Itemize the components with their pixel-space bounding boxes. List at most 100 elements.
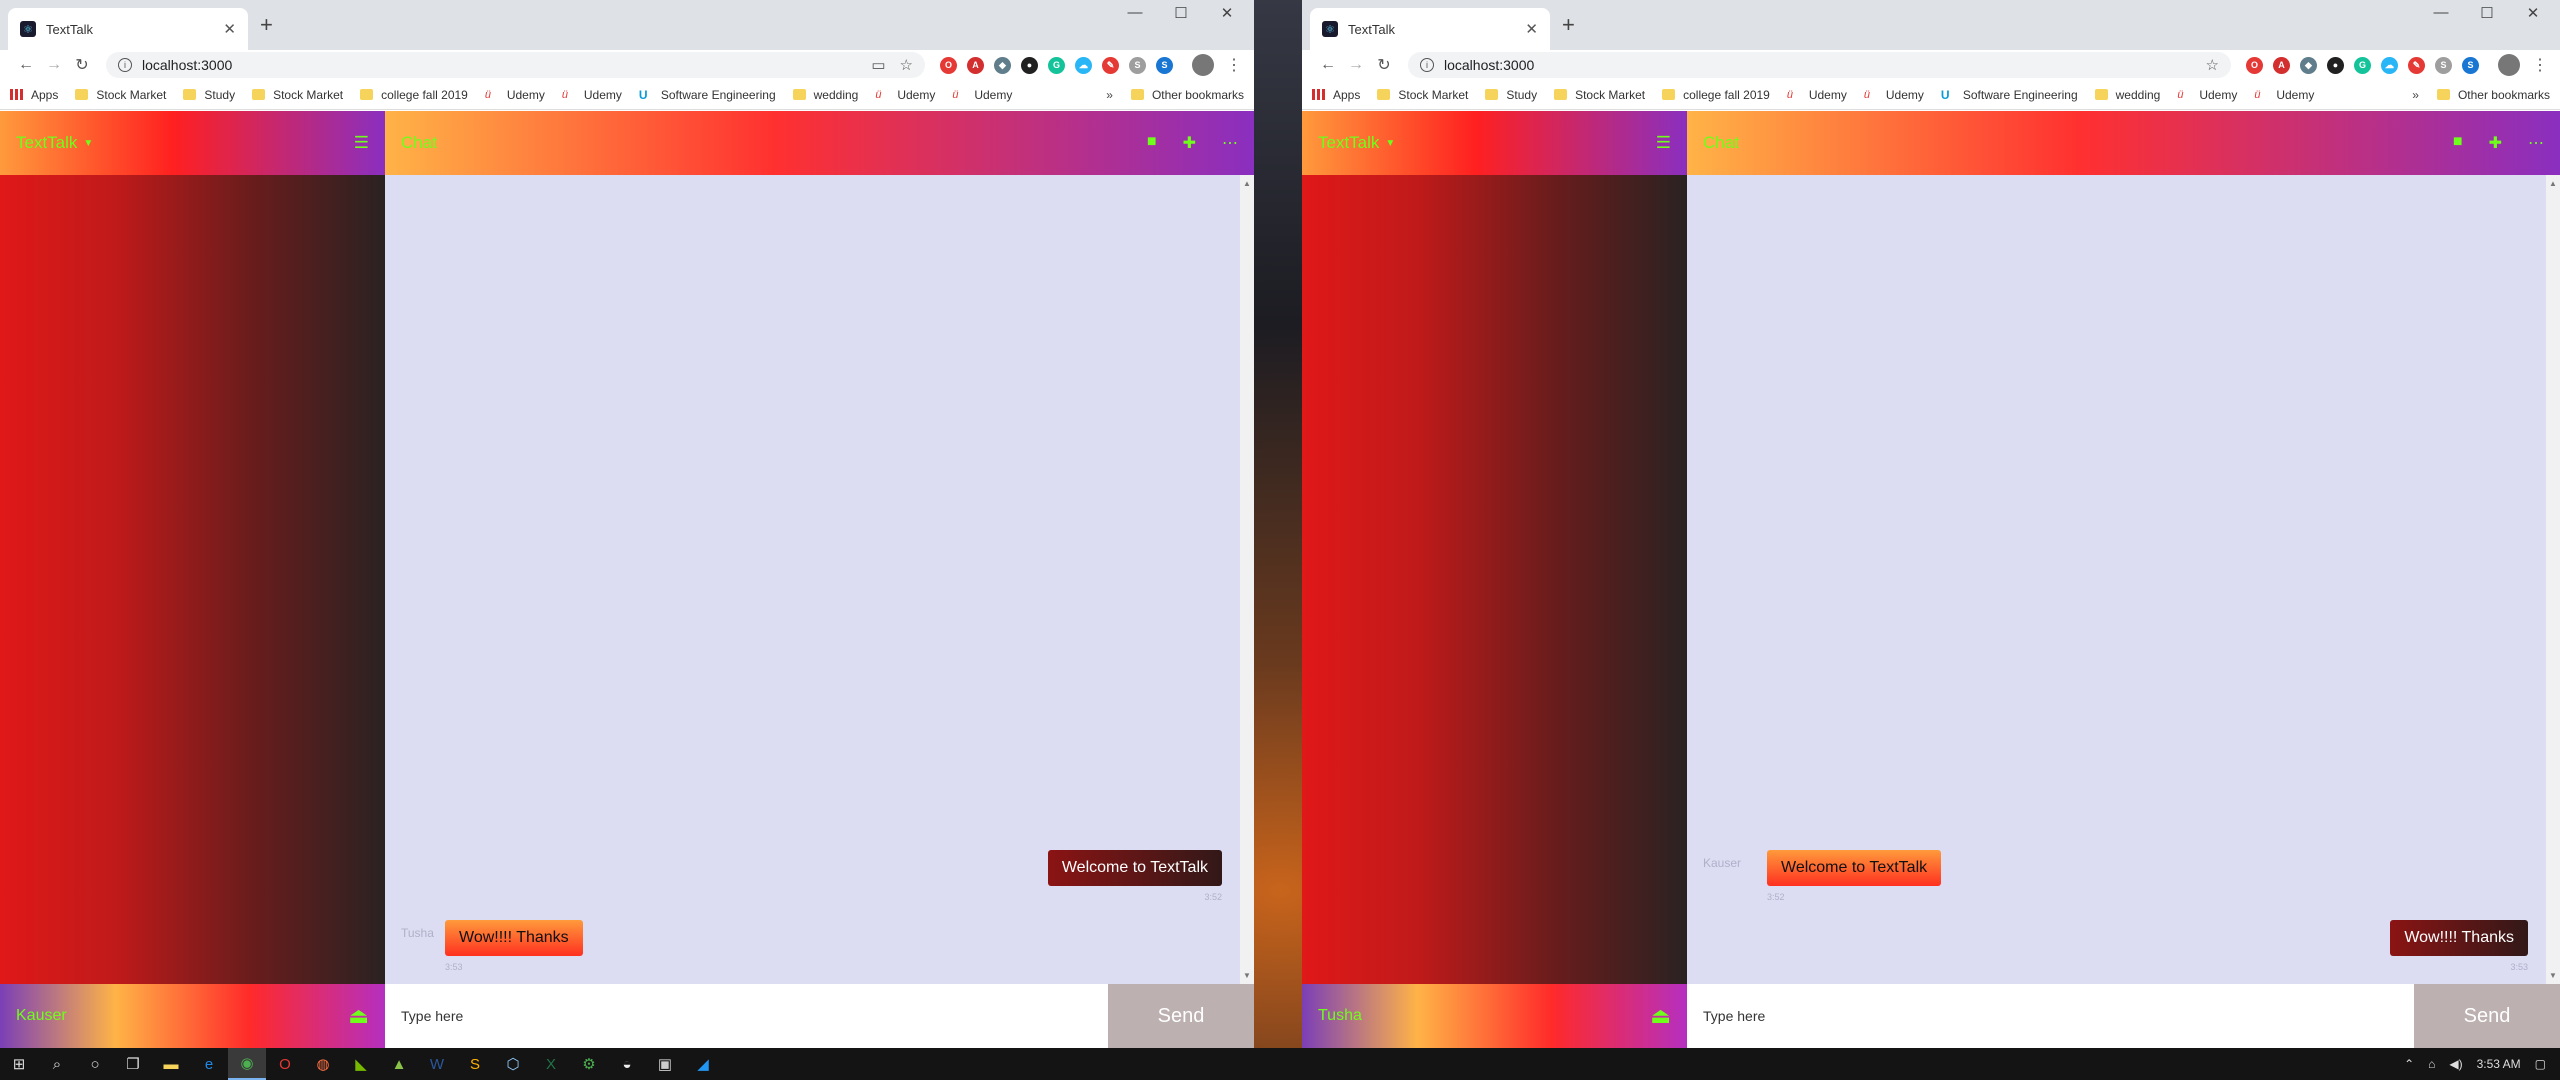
adblock-extension-icon[interactable]: A <box>2273 56 2290 74</box>
scroll-down-icon[interactable]: ▼ <box>2549 971 2557 980</box>
forward-icon[interactable]: → <box>40 56 68 74</box>
cloud-extension-icon[interactable]: ☁ <box>1075 56 1092 74</box>
browser-tab[interactable]: ⚛ TextTalk ✕ <box>1310 8 1550 50</box>
file-explorer-icon[interactable]: ▬ <box>152 1048 190 1080</box>
send-button[interactable]: Send <box>1108 984 1254 1048</box>
minimize-icon[interactable]: — <box>1112 4 1158 22</box>
brand-title[interactable]: TextTalk <box>16 133 77 153</box>
bookmark-udemy[interactable]: ü Udemy <box>2177 88 2237 102</box>
bookmark-folder[interactable]: Stock Market <box>75 88 166 102</box>
tray-chevron-up-icon[interactable]: ⌃ <box>2404 1057 2414 1071</box>
scroll-down-icon[interactable]: ▼ <box>1243 971 1251 980</box>
bookmark-apps[interactable]: Apps <box>10 88 58 102</box>
bookmark-folder[interactable]: Stock Market <box>1554 88 1645 102</box>
opera-extension-icon[interactable]: O <box>940 56 957 74</box>
tampermonkey-extension-icon[interactable]: ● <box>1021 56 1038 74</box>
scrollbar[interactable]: ▲ ▼ <box>2546 175 2560 984</box>
vscode-icon[interactable]: ◢ <box>684 1048 722 1080</box>
forward-icon[interactable]: → <box>1342 56 1370 74</box>
bookmark-software-engineering[interactable]: U Software Engineering <box>1941 88 2078 102</box>
chevron-down-icon[interactable]: ▼ <box>83 138 93 149</box>
site-info-icon[interactable]: i <box>1420 58 1434 72</box>
volume-icon[interactable]: ◀) <box>2449 1057 2462 1071</box>
close-tab-icon[interactable]: ✕ <box>223 20 236 38</box>
android-icon[interactable]: ▲ <box>380 1048 418 1080</box>
more-options-icon[interactable]: ⋯ <box>1222 133 1238 153</box>
network-icon[interactable]: ⌂ <box>2428 1057 2435 1071</box>
back-icon[interactable]: ← <box>1314 56 1342 74</box>
shield-extension-icon[interactable]: ◆ <box>994 56 1011 74</box>
address-bar[interactable]: i localhost:3000 ▭ ☆ <box>106 52 925 78</box>
skype-extension-icon[interactable]: S <box>1156 56 1173 74</box>
bookmark-folder[interactable]: college fall 2019 <box>360 88 468 102</box>
chrome-icon[interactable]: ◉ <box>228 1048 266 1080</box>
close-window-icon[interactable]: ✕ <box>2510 4 2556 22</box>
video-call-icon[interactable]: ■ <box>2453 133 2463 153</box>
tampermonkey-extension-icon[interactable]: ● <box>2327 56 2344 74</box>
bookmarks-overflow[interactable]: » <box>1106 88 1113 102</box>
bookmarks-overflow[interactable]: » <box>2412 88 2419 102</box>
other-bookmarks[interactable]: Other bookmarks <box>1130 88 1244 102</box>
excel-icon[interactable]: X <box>532 1048 570 1080</box>
bookmark-folder[interactable]: wedding <box>2094 88 2160 102</box>
skype-extension-icon[interactable]: S <box>2462 56 2479 74</box>
message-input[interactable] <box>385 984 1108 1048</box>
cortana-icon[interactable]: ○ <box>76 1048 114 1080</box>
windows-start-icon[interactable]: ⊞ <box>0 1048 38 1080</box>
bookmark-folder[interactable]: Stock Market <box>252 88 343 102</box>
browser-menu-icon[interactable]: ⋮ <box>2532 55 2548 75</box>
bookmark-folder[interactable]: Study <box>183 88 235 102</box>
opera-extension-icon[interactable]: O <box>2246 56 2263 74</box>
eject-icon[interactable]: ⏏ <box>348 1003 369 1029</box>
browser-menu-icon[interactable]: ⋮ <box>1226 55 1242 75</box>
scrollbar[interactable]: ▲ ▼ <box>1240 175 1254 984</box>
bookmark-udemy[interactable]: ü Udemy <box>1787 88 1847 102</box>
task-view-icon[interactable]: ❐ <box>114 1048 152 1080</box>
pen-extension-icon[interactable]: ✎ <box>1102 56 1119 74</box>
address-bar[interactable]: i localhost:3000 ☆ <box>1408 52 2231 78</box>
bookmark-udemy[interactable]: ü Udemy <box>952 88 1012 102</box>
bookmark-star-icon[interactable]: ☆ <box>2206 56 2219 74</box>
firefox-icon[interactable]: ◍ <box>304 1048 342 1080</box>
shield-extension-icon[interactable]: ◆ <box>2300 56 2317 74</box>
pen-extension-icon[interactable]: ✎ <box>2408 56 2425 74</box>
bookmark-folder[interactable]: wedding <box>792 88 858 102</box>
nvidia-icon[interactable]: ◣ <box>342 1048 380 1080</box>
opera-icon[interactable]: O <box>266 1048 304 1080</box>
package-icon[interactable]: ⬡ <box>494 1048 532 1080</box>
maximize-icon[interactable]: ☐ <box>1158 4 1204 22</box>
adblock-extension-icon[interactable]: A <box>967 56 984 74</box>
bookmark-udemy[interactable]: ü Udemy <box>1864 88 1924 102</box>
chevron-down-icon[interactable]: ▼ <box>1385 138 1395 149</box>
scroll-up-icon[interactable]: ▲ <box>2549 179 2557 188</box>
media-icon[interactable]: ◒ <box>608 1048 646 1080</box>
message-input[interactable] <box>1687 984 2414 1048</box>
back-icon[interactable]: ← <box>12 56 40 74</box>
eject-icon[interactable]: ⏏ <box>1650 1003 1671 1029</box>
bookmark-udemy[interactable]: ü Udemy <box>2254 88 2314 102</box>
browser-tab[interactable]: ⚛ TextTalk ✕ <box>8 8 248 50</box>
minimize-icon[interactable]: — <box>2418 4 2464 22</box>
bookmark-software-engineering[interactable]: U Software Engineering <box>639 88 776 102</box>
site-info-icon[interactable]: i <box>118 58 132 72</box>
grammarly-extension-icon[interactable]: G <box>1048 56 1065 74</box>
skype-grey-extension-icon[interactable]: S <box>1129 56 1146 74</box>
more-options-icon[interactable]: ⋯ <box>2528 133 2544 153</box>
search-icon[interactable]: ⌕ <box>38 1048 76 1080</box>
other-bookmarks[interactable]: Other bookmarks <box>2436 88 2550 102</box>
edge-icon[interactable]: e <box>190 1048 228 1080</box>
skype-grey-extension-icon[interactable]: S <box>2435 56 2452 74</box>
profile-avatar[interactable] <box>2498 54 2520 76</box>
bookmark-apps[interactable]: Apps <box>1312 88 1360 102</box>
cast-icon[interactable]: ▭ <box>871 56 885 74</box>
sublime-icon[interactable]: S <box>456 1048 494 1080</box>
send-button[interactable]: Send <box>2414 984 2560 1048</box>
terminal-icon[interactable]: ▣ <box>646 1048 684 1080</box>
list-icon[interactable]: ☰ <box>354 133 369 153</box>
scroll-up-icon[interactable]: ▲ <box>1243 179 1251 188</box>
bookmark-folder[interactable]: Study <box>1485 88 1537 102</box>
video-call-icon[interactable]: ■ <box>1147 133 1157 153</box>
brand-title[interactable]: TextTalk <box>1318 133 1379 153</box>
word-icon[interactable]: W <box>418 1048 456 1080</box>
add-user-icon[interactable]: ✚ <box>2489 133 2502 153</box>
